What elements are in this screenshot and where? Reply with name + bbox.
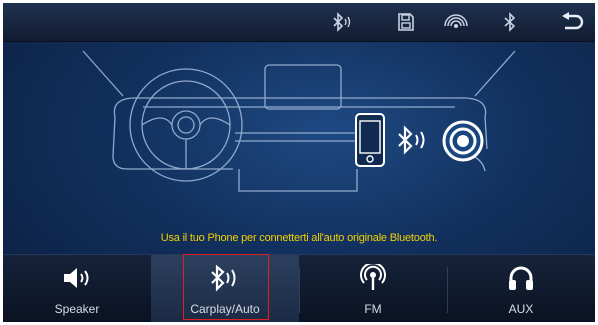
speaker-icon — [3, 263, 151, 293]
radio-icon — [299, 263, 447, 293]
nav-item-fm[interactable]: FM — [299, 255, 447, 322]
top-status-bar — [3, 3, 595, 42]
nav-label: AUX — [508, 302, 534, 316]
bottom-nav: Speaker Carplay/Auto FM AUX — [3, 254, 595, 322]
bluetooth-audio-icon — [395, 125, 433, 155]
selection-highlight — [183, 254, 269, 320]
nav-label: FM — [364, 302, 382, 316]
instruction-message: Usa il tuo Phone per connetterti all'aut… — [160, 232, 438, 244]
signal-icon[interactable] — [441, 8, 471, 36]
headphones-icon — [447, 263, 595, 293]
smartphone-icon — [354, 112, 386, 168]
nav-item-speaker[interactable]: Speaker — [3, 255, 151, 322]
sd-card-icon[interactable] — [391, 8, 421, 36]
nav-label: Speaker — [54, 302, 100, 316]
back-icon[interactable] — [557, 8, 587, 36]
bluetooth-icon[interactable] — [495, 8, 525, 36]
speaker-target-icon — [441, 119, 485, 163]
bluetooth-audio-icon[interactable] — [329, 8, 359, 36]
nav-item-aux[interactable]: AUX — [447, 255, 595, 322]
car-interior-illustration — [3, 41, 595, 254]
car-display-screen: Usa il tuo Phone per connetterti all'aut… — [3, 3, 595, 322]
